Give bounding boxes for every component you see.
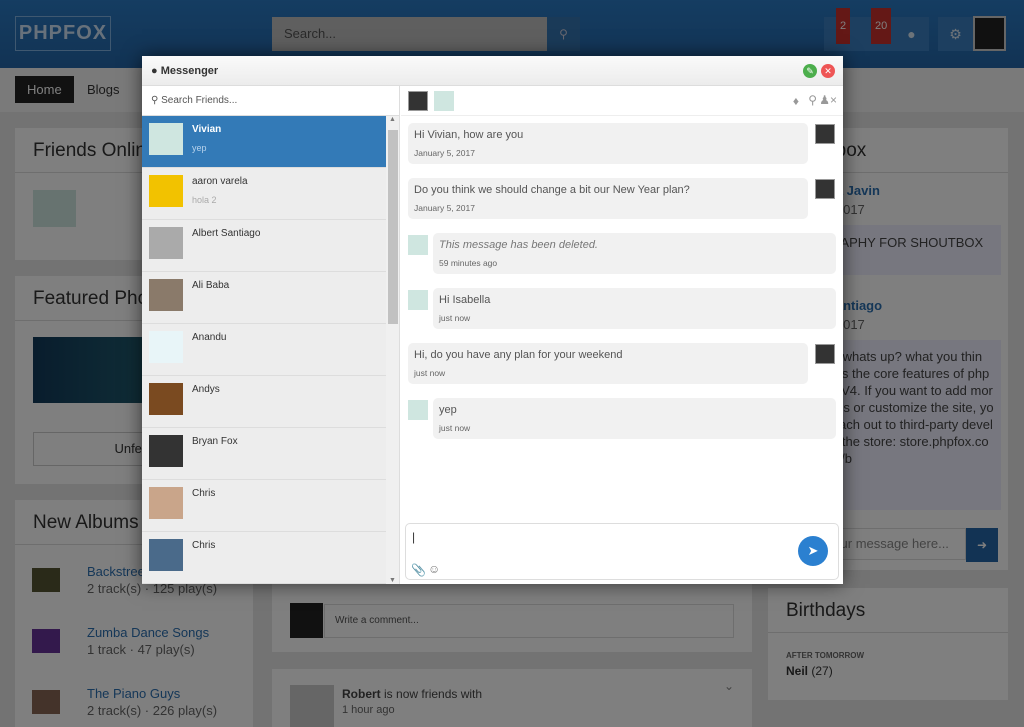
friend-avatar bbox=[149, 331, 183, 363]
friends-scrollbar[interactable]: ▲ ▼ bbox=[386, 116, 399, 584]
message-bubble: This message has been deleted. 59 minute… bbox=[433, 233, 836, 274]
sender-avatar[interactable] bbox=[815, 179, 835, 199]
text-cursor: | bbox=[412, 530, 416, 544]
friend-list-item[interactable]: Anandu bbox=[142, 324, 386, 376]
scroll-down-arrow[interactable]: ▼ bbox=[389, 577, 396, 584]
send-button[interactable]: ➤ bbox=[798, 536, 828, 566]
friend-avatar bbox=[149, 123, 183, 155]
sender-avatar[interactable] bbox=[408, 290, 428, 310]
participant-avatar[interactable] bbox=[434, 91, 454, 111]
friend-list-item[interactable]: Bryan Fox bbox=[142, 428, 386, 480]
friend-name: Vivian bbox=[192, 124, 222, 135]
friend-name: Ali Baba bbox=[192, 280, 230, 291]
friend-list-item[interactable]: Vivian yep bbox=[142, 116, 386, 168]
message-bubble: Hi Isabella just now bbox=[433, 288, 836, 329]
friend-list-item[interactable]: Albert Santiago bbox=[142, 220, 386, 272]
friend-name: Anandu bbox=[192, 332, 227, 343]
message-time: 59 minutes ago bbox=[439, 258, 498, 268]
friend-list-item[interactable]: Ali Baba bbox=[142, 272, 386, 324]
message-text: Hi, do you have any plan for your weeken… bbox=[414, 349, 623, 361]
friend-last-message: hola 2 bbox=[192, 195, 217, 205]
friend-name: Andys bbox=[192, 384, 220, 395]
conversation-panel: ♦ ⚲ ♟× Hi Vivian, how are you January 5,… bbox=[401, 86, 843, 584]
search-icon[interactable]: ⚲ bbox=[808, 93, 817, 107]
message-bubble: Hi Vivian, how are you January 5, 2017 bbox=[408, 123, 808, 164]
sender-avatar[interactable] bbox=[408, 235, 428, 255]
friend-avatar bbox=[149, 279, 183, 311]
message-text: Hi Vivian, how are you bbox=[414, 129, 524, 141]
friend-list-item[interactable]: Andys bbox=[142, 376, 386, 428]
sender-avatar[interactable] bbox=[815, 344, 835, 364]
friend-name: aaron varela bbox=[192, 176, 248, 187]
conversation-header: ♦ ⚲ ♟× bbox=[401, 86, 843, 116]
friend-avatar bbox=[149, 435, 183, 467]
messenger-window: ● Messenger ✎ ✕ ⚲ Search Friends... Vivi… bbox=[142, 56, 843, 584]
message-time: just now bbox=[439, 313, 471, 323]
message-time: just now bbox=[439, 423, 471, 433]
friend-avatar bbox=[149, 383, 183, 415]
close-button[interactable]: ✕ bbox=[821, 64, 835, 78]
message-text: This message has been deleted. bbox=[439, 239, 598, 251]
messenger-title: Messenger bbox=[160, 65, 219, 77]
friend-avatar bbox=[149, 487, 183, 519]
bell-icon[interactable]: ♦ bbox=[793, 94, 799, 108]
message-bubble: yep just now bbox=[433, 398, 836, 439]
message-bubble: Hi, do you have any plan for your weeken… bbox=[408, 343, 808, 384]
friend-list-item[interactable]: aaron varela hola 2 bbox=[142, 168, 386, 220]
message-text: Hi Isabella bbox=[439, 294, 491, 306]
friend-name: Chris bbox=[192, 488, 216, 499]
messenger-titlebar: ● Messenger bbox=[142, 56, 843, 86]
friend-name: Bryan Fox bbox=[192, 436, 238, 447]
friend-name: Albert Santiago bbox=[192, 228, 261, 239]
remove-user-icon[interactable]: ♟× bbox=[819, 93, 837, 107]
friend-list-item[interactable]: Chris bbox=[142, 480, 386, 532]
participant-avatar[interactable] bbox=[408, 91, 428, 111]
scroll-up-arrow[interactable]: ▲ bbox=[389, 116, 396, 123]
friends-search-input[interactable]: ⚲ Search Friends... bbox=[142, 86, 399, 116]
message-text: Do you think we should change a bit our … bbox=[414, 184, 690, 196]
friend-last-message: yep bbox=[192, 143, 207, 153]
scrollbar-thumb[interactable] bbox=[388, 130, 398, 324]
sender-avatar[interactable] bbox=[408, 400, 428, 420]
message-time: January 5, 2017 bbox=[414, 148, 475, 158]
sender-avatar[interactable] bbox=[815, 124, 835, 144]
message-bubble: Do you think we should change a bit our … bbox=[408, 178, 808, 219]
search-icon: ⚲ bbox=[151, 95, 159, 106]
emoji-icon[interactable]: ☺ bbox=[428, 562, 440, 576]
friend-list-item[interactable]: Chris bbox=[142, 532, 386, 584]
message-input[interactable]: | 📎 ☺ ➤ bbox=[405, 523, 839, 580]
friend-avatar bbox=[149, 175, 183, 207]
message-time: January 5, 2017 bbox=[414, 203, 475, 213]
message-text: yep bbox=[439, 404, 457, 416]
paperclip-icon[interactable]: 📎 bbox=[411, 563, 426, 577]
message-time: just now bbox=[414, 368, 446, 378]
friend-avatar bbox=[149, 539, 183, 571]
chat-bubbles-icon: ● bbox=[151, 65, 158, 77]
friend-avatar bbox=[149, 227, 183, 259]
friend-name: Chris bbox=[192, 540, 216, 551]
friends-list-panel: ⚲ Search Friends... Vivian yep aaron var… bbox=[142, 86, 400, 584]
compose-button[interactable]: ✎ bbox=[803, 64, 817, 78]
